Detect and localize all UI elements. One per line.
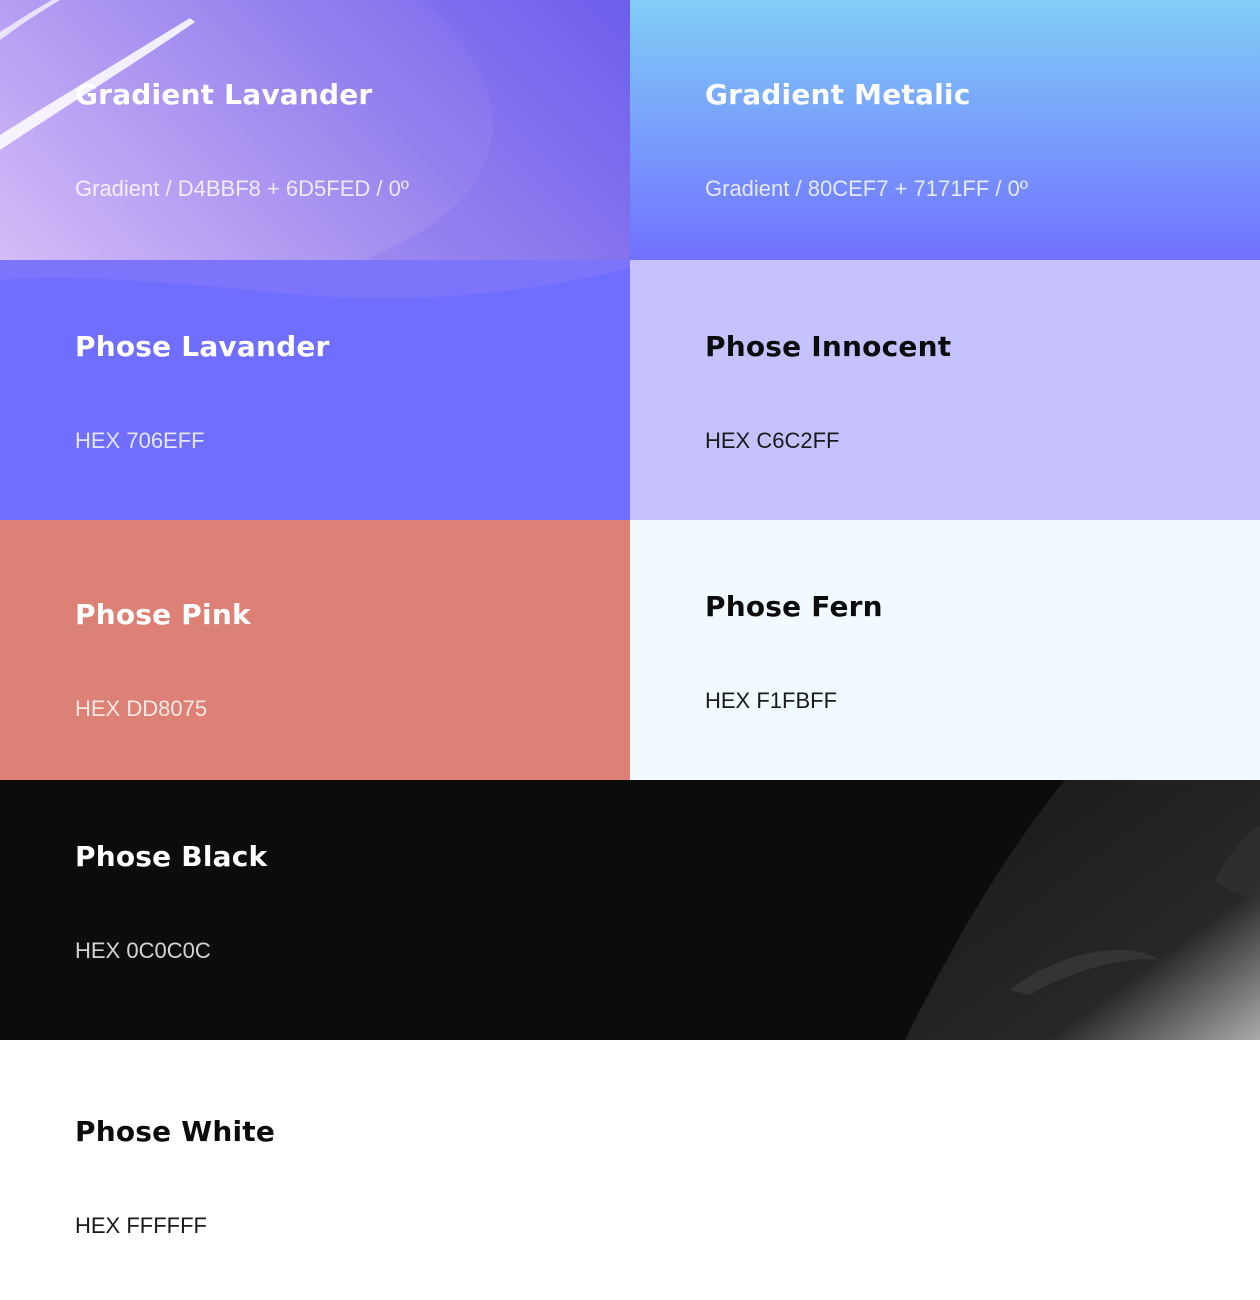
swatch-code: HEX F1FBFF xyxy=(705,688,838,713)
swatch-code: Gradient / 80CEF7 + 7171FF / 0º xyxy=(705,176,1028,201)
color-palette: Gradient Lavander Gradient / D4BBF8 + 6D… xyxy=(0,0,1260,1300)
swatch-name: Gradient Metalic xyxy=(705,78,971,111)
swatch-code: Gradient / D4BBF8 + 6D5FED / 0º xyxy=(75,176,409,201)
swatch-code: HEX C6C2FF xyxy=(705,428,840,453)
swatch-name: Phose Pink xyxy=(75,598,251,631)
swatch-name: Gradient Lavander xyxy=(75,78,373,111)
wave-decoration xyxy=(0,260,630,299)
swatch-phose-pink: Phose Pink HEX DD8075 xyxy=(0,520,630,780)
brush-stroke-decoration xyxy=(0,0,630,260)
swatch-name: Phose Lavander xyxy=(75,330,330,363)
swatch-gradient-lavander: Gradient Lavander Gradient / D4BBF8 + 6D… xyxy=(0,0,630,260)
swatch-code: HEX FFFFFF xyxy=(75,1213,207,1238)
swatch-code: HEX 706EFF xyxy=(75,428,205,453)
swatch-phose-lavander: Phose Lavander HEX 706EFF xyxy=(0,260,630,520)
device-shine-decoration xyxy=(905,780,1260,1040)
swatch-name: Phose White xyxy=(75,1115,276,1148)
swatch-phose-fern: Phose Fern HEX F1FBFF xyxy=(630,520,1260,780)
swatch-phose-black: Phose Black HEX 0C0C0C xyxy=(0,780,1260,1040)
swatch-gradient-metalic: Gradient Metalic Gradient / 80CEF7 + 717… xyxy=(630,0,1260,260)
swatch-name: Phose Black xyxy=(75,840,268,873)
swatch-code: HEX DD8075 xyxy=(75,696,208,721)
swatch-phose-innocent: Phose Innocent HEX C6C2FF xyxy=(630,260,1260,520)
swatch-name: Phose Innocent xyxy=(705,330,952,363)
swatch-name: Phose Fern xyxy=(705,590,883,623)
swatch-phose-white: Phose White HEX FFFFFF xyxy=(0,1040,1260,1300)
swatch-code: HEX 0C0C0C xyxy=(75,938,211,963)
